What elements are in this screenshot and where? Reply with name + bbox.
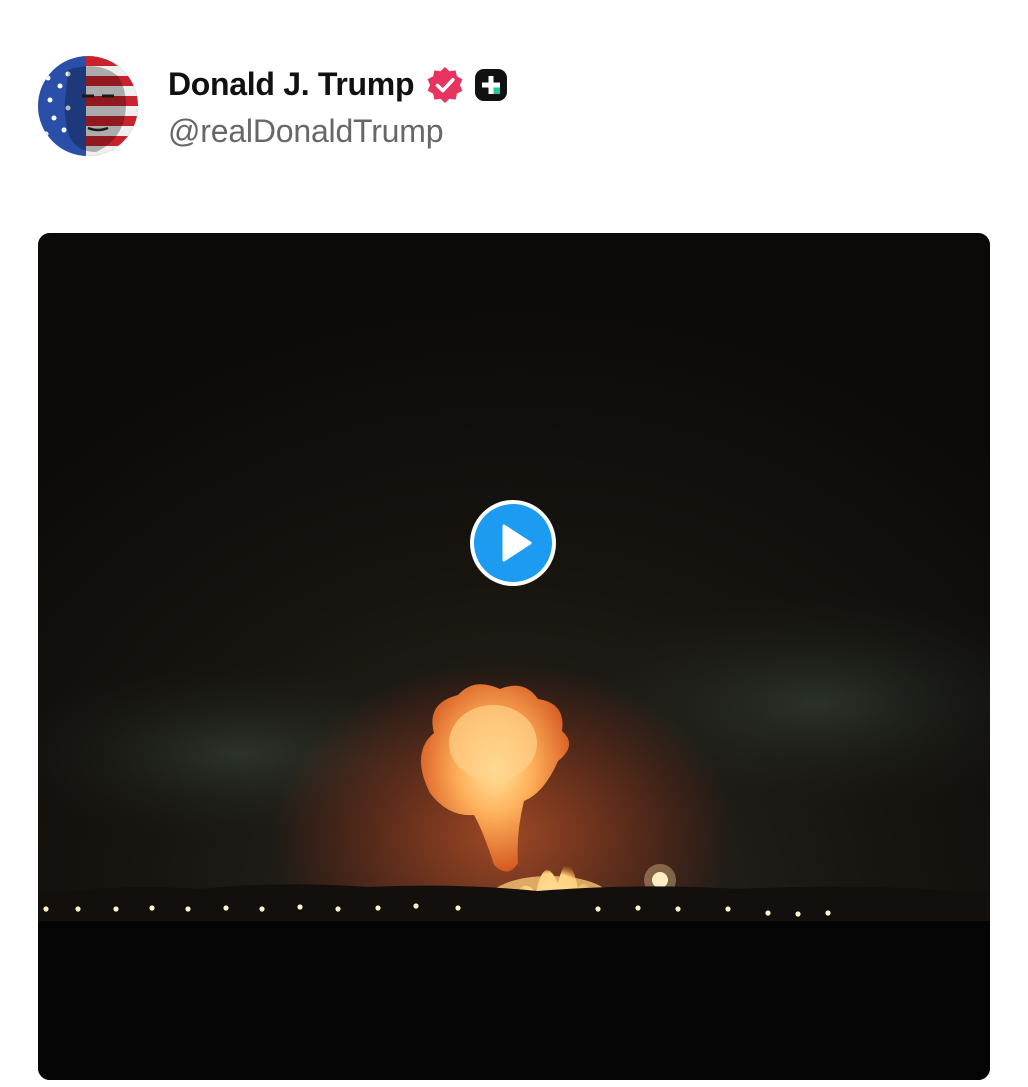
post-header: Donald J. Trump @realDonaldTrump (38, 55, 508, 157)
author-handle[interactable]: @realDonaldTrump (168, 113, 508, 150)
play-button[interactable] (470, 500, 556, 586)
avatar[interactable] (38, 56, 138, 156)
name-row: Donald J. Trump (168, 63, 508, 107)
play-icon (502, 524, 532, 562)
video-thumbnail (38, 233, 990, 1080)
video-player[interactable] (38, 233, 990, 1080)
flag-portrait-avatar-icon (38, 56, 138, 156)
author-display-name[interactable]: Donald J. Trump (168, 66, 415, 103)
verified-badge-icon (426, 66, 464, 104)
author-identity: Donald J. Trump @realDonaldTrump (168, 63, 508, 150)
post-container: Donald J. Trump @realDonaldTrump (0, 0, 1028, 1087)
plus-badge-icon (474, 68, 508, 102)
